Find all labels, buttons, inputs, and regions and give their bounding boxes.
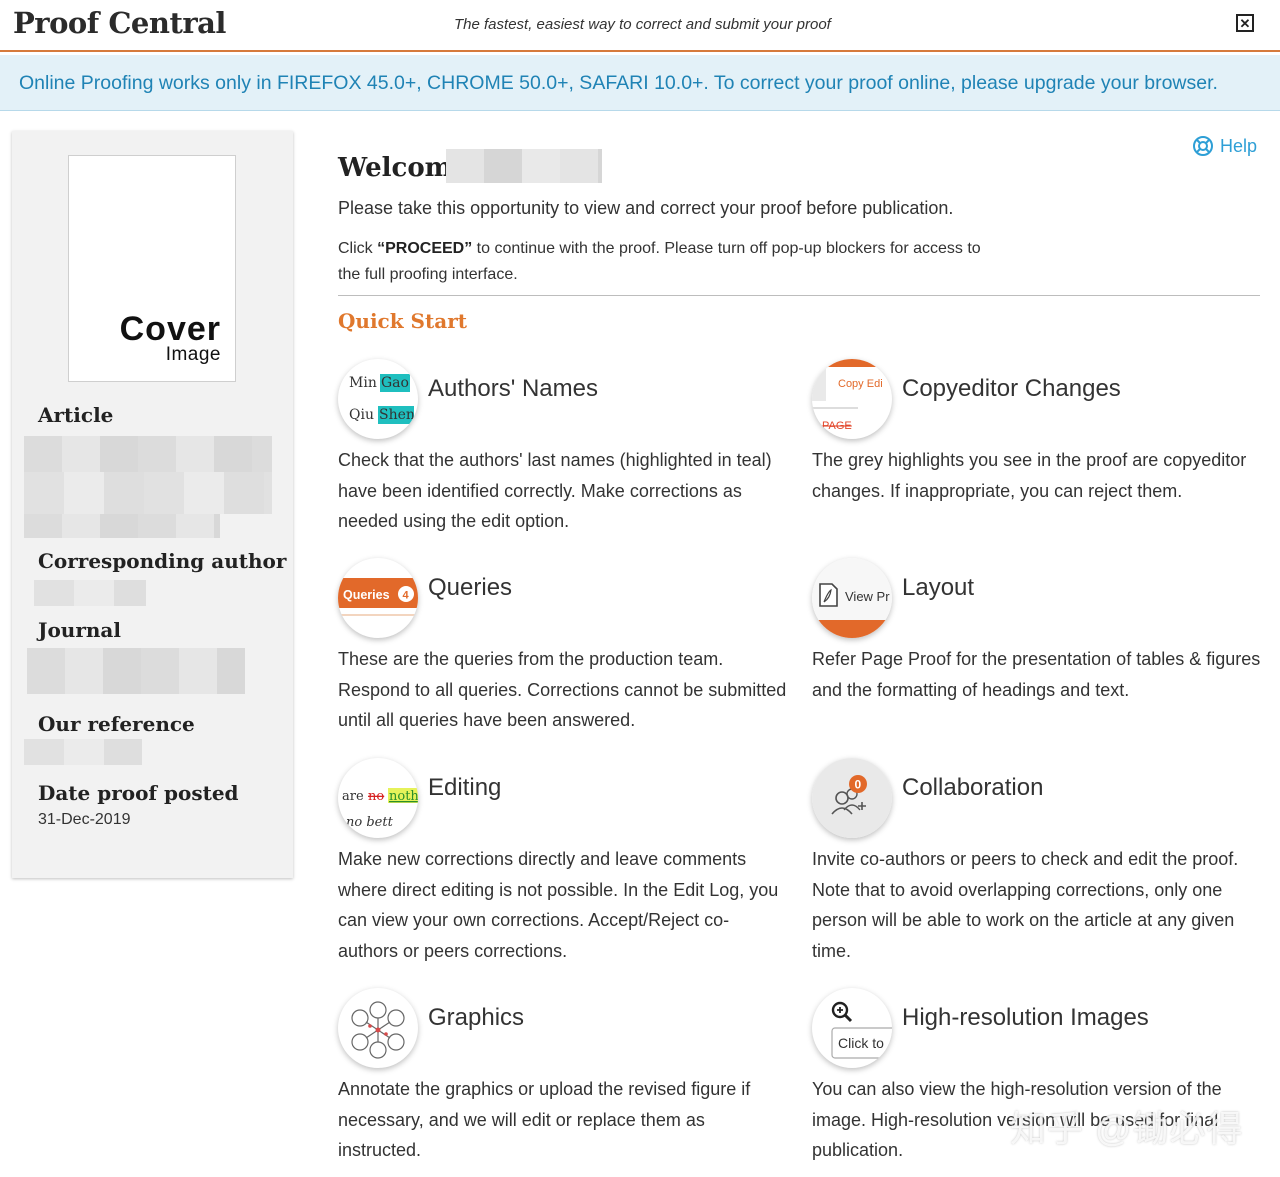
top-header: Proof Central The fastest, easiest way t… <box>0 0 1280 52</box>
icon-author-first-1: Min <box>349 375 377 391</box>
graphics-icon[interactable] <box>338 988 418 1068</box>
icon-queries-label: Queries <box>343 588 390 602</box>
icon-view-label: View Pr <box>845 589 890 604</box>
feature-title: Copyeditor Changes <box>902 375 1121 402</box>
browser-warning-banner: Online Proofing works only in FIREFOX 45… <box>0 55 1280 111</box>
feature-description: Invite co-authors or peers to check and … <box>812 849 1239 961</box>
section-divider <box>338 295 1260 296</box>
quick-start-heading: Quick Start <box>338 309 467 333</box>
icon-edit-word: are <box>342 789 364 804</box>
collaboration-icon[interactable]: 0 <box>812 758 892 838</box>
icon-author-last-1: Gao <box>381 375 409 391</box>
brand-title: Proof Central <box>13 6 226 40</box>
icon-collab-badge: 0 <box>855 778 862 792</box>
layout-pdf-icon[interactable]: View Pr <box>812 558 892 638</box>
help-link[interactable]: Help <box>1192 135 1257 157</box>
icon-copyedit-label: Copy Edi <box>838 378 883 390</box>
browser-warning-text: Online Proofing works only in FIREFOX 45… <box>19 72 1218 94</box>
article-title-redacted <box>24 436 272 472</box>
article-info-sidebar: Cover Image Article Corresponding author… <box>12 131 293 878</box>
feature-title: High-resolution Images <box>902 1004 1149 1031</box>
intro-text: Please take this opportunity to view and… <box>338 198 954 218</box>
article-label: Article <box>38 403 114 427</box>
authors-names-icon[interactable]: Min Gao Qiu Shen <box>338 359 418 439</box>
watermark: 知乎 @锄必得 <box>1010 1108 1244 1149</box>
proceed-keyword: “PROCEED” <box>377 240 473 257</box>
feature-title: Collaboration <box>902 774 1044 801</box>
icon-author-last-2: Shen <box>379 407 415 423</box>
icon-click-label: Click to <box>838 1035 884 1051</box>
proceed-pre: Click <box>338 240 378 257</box>
corresponding-author-redacted <box>34 580 146 606</box>
article-title-redacted-3 <box>24 514 220 538</box>
feature-title: Queries <box>428 574 513 601</box>
main-content: Help Welcome Please take this opportunit… <box>338 131 1260 1177</box>
our-reference-label: Our reference <box>38 712 195 736</box>
cover-line2: Image <box>165 344 221 365</box>
journal-label: Journal <box>38 618 121 642</box>
icon-edit-line2: no bett <box>346 815 394 830</box>
icon-author-first-2: Qiu <box>349 407 374 423</box>
corresponding-author-label: Corresponding author <box>38 549 287 573</box>
feature-title: Layout <box>902 574 975 601</box>
icon-edit-deleted: no <box>368 789 384 804</box>
queries-icon[interactable]: Queries 4 <box>338 558 418 638</box>
proceed-instructions: Click “PROCEED” to continue with the pro… <box>338 236 998 288</box>
help-label: Help <box>1220 135 1258 156</box>
feature-description: Refer Page Proof for the presentation of… <box>812 649 1261 700</box>
editing-icon[interactable]: are no noth no bett <box>338 758 418 838</box>
feature-title: Graphics <box>428 1004 525 1031</box>
date-posted-label: Date proof posted <box>38 781 239 805</box>
article-title-redacted-2 <box>24 472 272 514</box>
icon-page-label: PAGE <box>822 420 852 432</box>
date-posted-value: 31-Dec-2019 <box>38 811 131 828</box>
reference-redacted <box>24 739 142 765</box>
feature-description: Check that the authors' last names (high… <box>338 450 772 532</box>
tagline: The fastest, easiest way to correct and … <box>454 16 831 33</box>
help-lifebuoy-icon <box>1193 136 1213 156</box>
user-name-redacted <box>446 149 602 183</box>
feature-description: Annotate the graphics or upload the revi… <box>338 1079 751 1161</box>
icon-queries-count: 4 <box>403 590 410 602</box>
cover-image: Cover Image <box>68 155 236 382</box>
feature-description: Make new corrections directly and leave … <box>338 849 779 961</box>
zoom-in-icon[interactable]: Click to <box>812 988 892 1068</box>
feature-title: Editing <box>428 774 502 801</box>
journal-name-redacted <box>27 648 245 694</box>
feature-description: These are the queries from the productio… <box>338 649 787 731</box>
feature-description: The grey highlights you see in the proof… <box>812 450 1247 501</box>
copyeditor-changes-icon[interactable]: Copy Edi PAGE <box>812 359 892 439</box>
close-icon[interactable]: ✕ <box>1236 14 1254 32</box>
feature-title: Authors' Names <box>428 375 598 402</box>
icon-edit-inserted: noth <box>389 789 418 804</box>
